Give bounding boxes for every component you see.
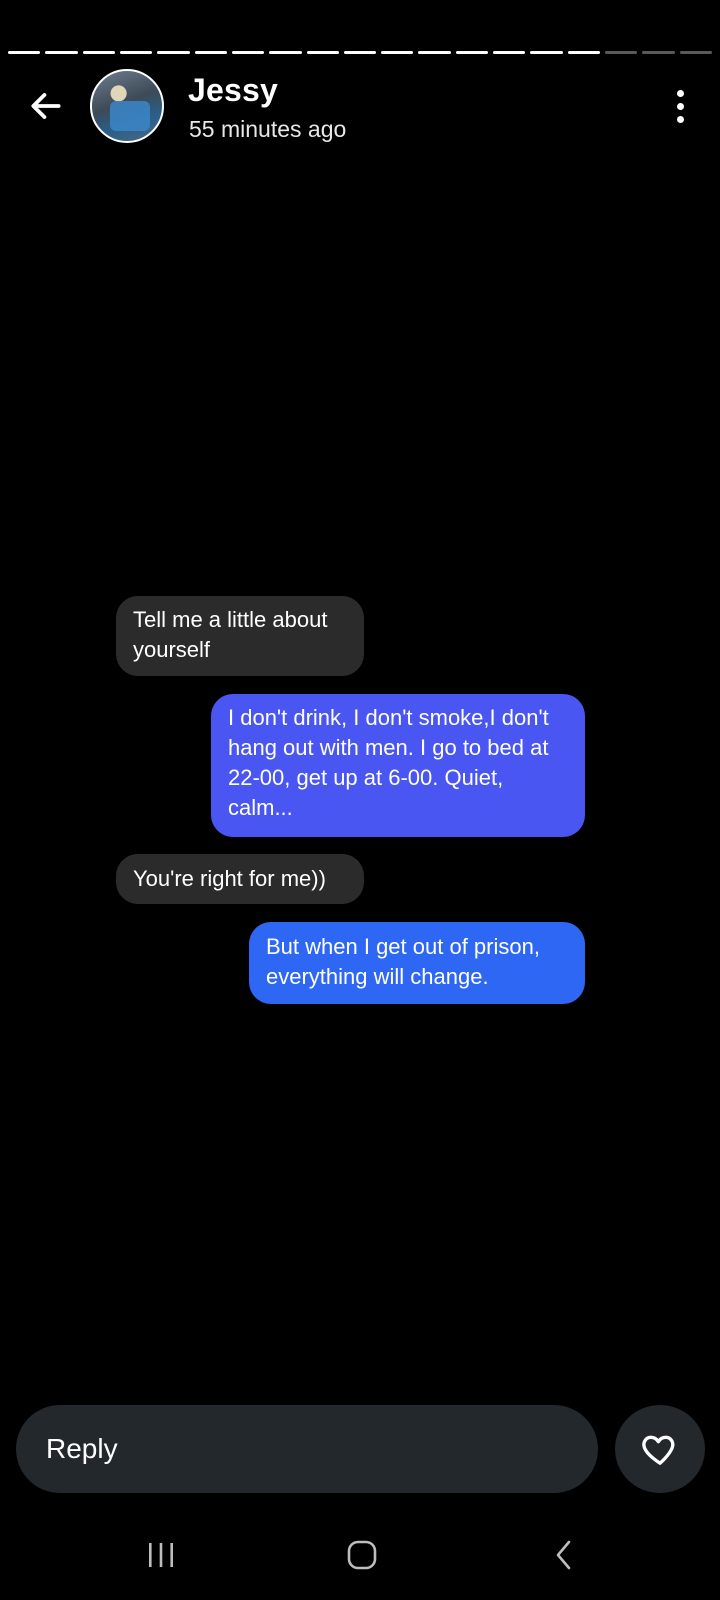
progress-segment bbox=[605, 51, 638, 54]
story-progress-bar bbox=[8, 51, 712, 55]
progress-segment bbox=[194, 51, 227, 54]
recent-apps-icon bbox=[149, 1543, 173, 1567]
progress-segment bbox=[157, 51, 190, 54]
reply-input[interactable]: Reply bbox=[16, 1405, 598, 1493]
reply-placeholder: Reply bbox=[46, 1433, 118, 1464]
progress-segment bbox=[231, 51, 265, 54]
avatar[interactable] bbox=[90, 69, 164, 143]
sent-message: I don't drink, I don't smoke,I don't han… bbox=[211, 694, 585, 837]
progress-segment bbox=[567, 51, 600, 54]
received-message: Tell me a little about yourself bbox=[116, 596, 364, 676]
progress-segment bbox=[493, 51, 526, 54]
progress-segment bbox=[381, 51, 414, 54]
more-vertical-icon bbox=[676, 89, 684, 97]
progress-segment bbox=[455, 51, 489, 54]
arrow-left-icon bbox=[31, 93, 61, 119]
progress-segment bbox=[642, 51, 675, 54]
system-navigation-bar bbox=[0, 1520, 720, 1590]
recent-apps-button[interactable] bbox=[131, 1530, 191, 1580]
progress-segment bbox=[8, 51, 41, 54]
progress-segment bbox=[418, 51, 451, 54]
progress-segment bbox=[45, 51, 78, 54]
profile-name[interactable]: Jessy bbox=[188, 72, 278, 109]
system-back-button[interactable] bbox=[535, 1530, 595, 1580]
progress-segment bbox=[119, 51, 153, 54]
post-time: 55 minutes ago bbox=[189, 116, 347, 142]
back-button[interactable] bbox=[24, 84, 68, 128]
more-options-button[interactable] bbox=[668, 84, 692, 128]
progress-segment bbox=[306, 51, 339, 54]
like-button[interactable] bbox=[615, 1405, 705, 1493]
progress-segment bbox=[679, 51, 712, 54]
progress-segment bbox=[269, 51, 302, 54]
sent-message: But when I get out of prison, everything… bbox=[249, 922, 585, 1004]
heart-icon bbox=[642, 1435, 675, 1465]
progress-segment bbox=[82, 51, 115, 54]
back-icon bbox=[556, 1540, 571, 1570]
home-icon bbox=[347, 1540, 377, 1570]
home-button[interactable] bbox=[332, 1530, 392, 1580]
progress-segment bbox=[343, 51, 377, 54]
story-header: Jessy 55 minutes ago bbox=[0, 66, 720, 146]
received-message: You're right for me)) bbox=[116, 854, 364, 904]
progress-segment bbox=[530, 51, 563, 54]
